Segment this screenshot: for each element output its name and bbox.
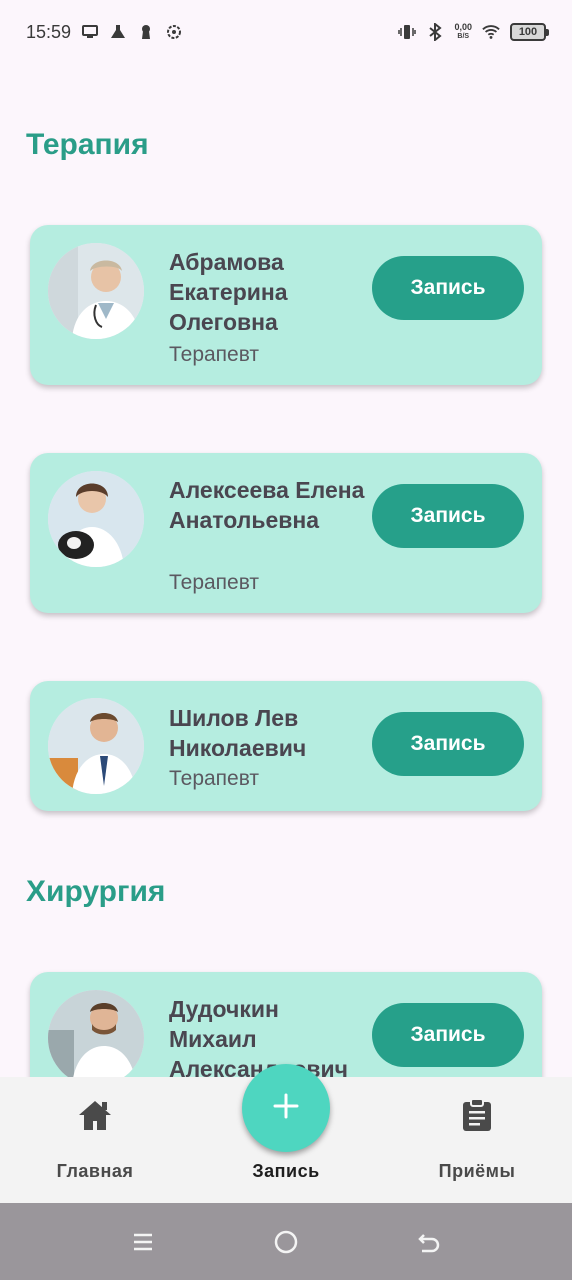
vibrate-icon <box>398 23 417 41</box>
screen-icon <box>81 23 99 41</box>
doctor-avatar <box>48 698 144 794</box>
section-title-therapy: Терапия <box>26 128 149 161</box>
settings-icon <box>165 23 183 41</box>
book-button[interactable]: Запись <box>372 484 524 548</box>
network-speed: 0,00 B/S <box>454 22 472 41</box>
doctor-specialty: Терапевт <box>169 343 260 366</box>
doctor-card[interactable]: Алексеева Елена Анатольевна Терапевт Зап… <box>30 453 542 613</box>
nav-label-appointments: Приёмы <box>438 1161 516 1181</box>
doctor-card[interactable]: Абрамова Екатерина Олеговна Терапевт Зап… <box>30 225 542 385</box>
keyhole-icon <box>137 23 155 41</box>
nav-label-booking: Запись <box>252 1161 320 1181</box>
doctor-name: Дудочкин Михаил Александрович <box>169 996 349 1077</box>
book-button[interactable]: Запись <box>372 1003 524 1067</box>
add-booking-fab[interactable] <box>242 1064 330 1152</box>
plus-icon <box>272 1092 300 1125</box>
book-button[interactable]: Запись <box>372 712 524 776</box>
flask-icon <box>109 23 127 41</box>
section-title-surgery: Хирургия <box>26 875 166 908</box>
wifi-icon <box>482 23 500 41</box>
doctor-avatar <box>48 243 144 339</box>
doctor-name: Шилов Лев Николаевич <box>169 705 307 761</box>
book-button[interactable]: Запись <box>372 256 524 320</box>
clipboard-icon <box>457 1095 497 1135</box>
doctor-card[interactable]: Дудочкин Михаил Александрович Запись <box>30 972 542 1077</box>
menu-icon[interactable] <box>128 1227 158 1257</box>
status-time: 15:59 <box>26 21 72 42</box>
nav-item-appointments[interactable]: Приёмы <box>382 1077 572 1203</box>
doctor-specialty: Терапевт <box>169 767 260 790</box>
system-navigation-bar <box>0 1203 572 1280</box>
doctor-avatar <box>48 990 144 1077</box>
home-icon <box>75 1095 115 1135</box>
nav-item-home[interactable]: Главная <box>0 1077 190 1203</box>
doctor-name: Абрамова Екатерина Олеговна <box>169 249 288 335</box>
back-icon[interactable] <box>414 1227 444 1257</box>
status-bar: 15:59 0,00 B/S 100 <box>0 0 572 64</box>
nav-label-home: Главная <box>56 1161 134 1181</box>
home-circle-icon[interactable] <box>271 1227 301 1257</box>
doctor-specialty: Терапевт <box>169 571 260 594</box>
doctor-card[interactable]: Шилов Лев Николаевич Терапевт Запись <box>30 681 542 811</box>
doctor-list[interactable]: Терапия Абрамова Екатерина Олеговна Тера… <box>0 64 572 1077</box>
doctor-name: Алексеева Елена Анатольевна <box>169 477 365 533</box>
doctor-avatar <box>48 471 144 567</box>
battery-icon: 100 <box>510 23 549 41</box>
bluetooth-icon <box>426 23 444 41</box>
